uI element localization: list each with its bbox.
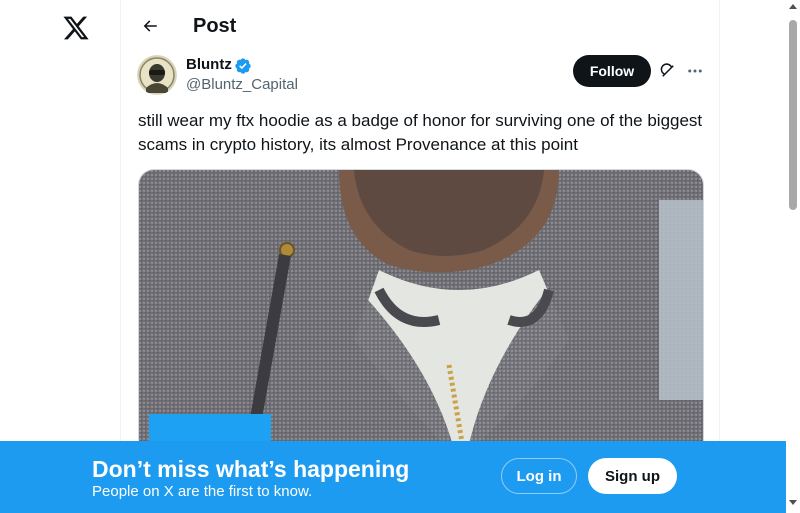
avatar[interactable]: [137, 55, 177, 95]
page-title: Post: [193, 15, 237, 37]
signup-button[interactable]: Sign up: [588, 458, 677, 494]
verified-badge-icon: [234, 57, 252, 75]
login-button[interactable]: Log in: [501, 458, 577, 494]
scrollbar[interactable]: [786, 0, 800, 513]
more-horizontal-icon[interactable]: [683, 59, 707, 83]
x-logo-icon[interactable]: [56, 8, 96, 48]
arrow-left-icon: [143, 20, 157, 32]
follow-button[interactable]: Follow: [573, 55, 651, 87]
scroll-down-icon[interactable]: [789, 500, 797, 505]
banner-title: Don’t miss what’s happening: [92, 456, 410, 482]
author-name[interactable]: Bluntz: [186, 56, 232, 74]
top-bar: Post: [121, 0, 719, 53]
scroll-thumb[interactable]: [789, 20, 797, 210]
post-column: Post Bluntz @Bluntz_Capital Follow still…: [120, 0, 720, 513]
back-button[interactable]: [133, 9, 167, 43]
post-text: still wear my ftx hoodie as a badge of h…: [138, 111, 703, 154]
author-handle[interactable]: @Bluntz_Capital: [186, 76, 298, 94]
signup-banner: Don’t miss what’s happening People on X …: [0, 441, 786, 513]
left-rail: [0, 0, 120, 513]
grok-icon[interactable]: [656, 59, 680, 83]
banner-subtitle: People on X are the first to know.: [92, 483, 313, 500]
scroll-up-icon[interactable]: [789, 4, 797, 9]
